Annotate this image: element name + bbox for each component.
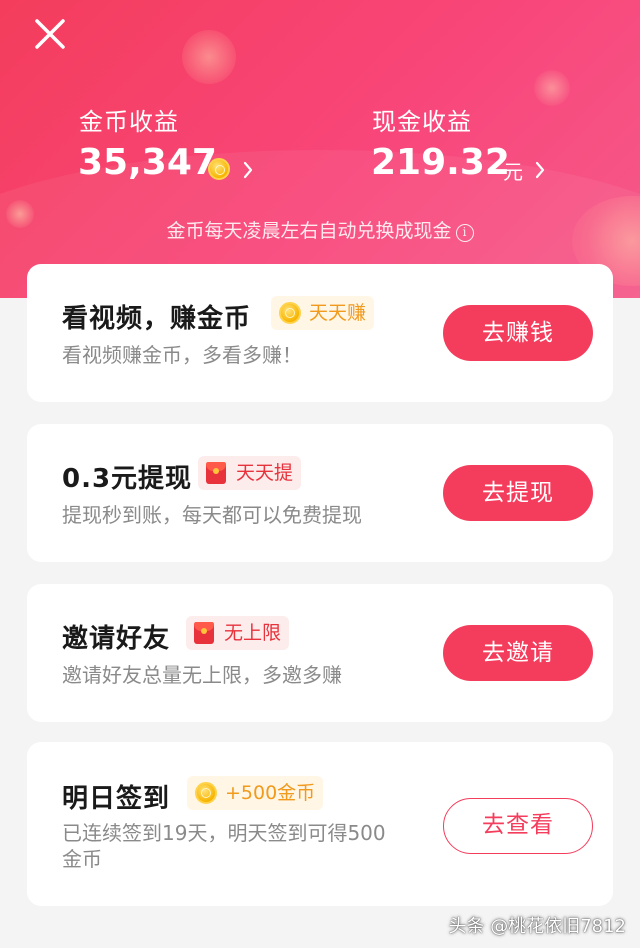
coin-earnings-label: 金币收益 bbox=[79, 108, 179, 136]
card-badge-label: 天天提 bbox=[236, 462, 294, 484]
task-card-withdraw: 0.3元提现 天天提 提现秒到账，每天都可以免费提现 去提现 bbox=[27, 424, 613, 562]
card-badge: 无上限 bbox=[186, 616, 290, 650]
earnings-header: 金币收益 35,347 现金收益 219.32 元 金币每天凌晨左右自动兑换成现… bbox=[0, 0, 640, 298]
card-description: 看视频赚金币，多看多赚！ bbox=[62, 343, 302, 367]
card-description: 提现秒到账，每天都可以免费提现 bbox=[62, 503, 362, 527]
watermark-text: 头条 @桃花依旧7812 bbox=[448, 916, 626, 937]
card-description: 邀请好友总量无上限，多邀多赚 bbox=[62, 663, 342, 687]
earn-money-button[interactable]: 去赚钱 bbox=[443, 305, 593, 361]
chevron-right-icon[interactable] bbox=[534, 160, 546, 180]
exchange-hint: 金币每天凌晨左右自动兑换成现金 i bbox=[0, 216, 640, 243]
info-icon[interactable]: i bbox=[455, 224, 474, 242]
coin-icon bbox=[195, 782, 217, 804]
card-title: 0.3元提现 bbox=[62, 464, 193, 494]
cash-earnings-value[interactable]: 219.32 bbox=[371, 142, 510, 183]
card-badge: 天天赚 bbox=[271, 296, 375, 330]
close-icon[interactable] bbox=[30, 14, 70, 54]
card-description-line: 金币 bbox=[62, 847, 102, 871]
exchange-hint-text: 金币每天凌晨左右自动兑换成现金 bbox=[166, 220, 452, 242]
coin-icon bbox=[208, 158, 230, 180]
red-envelope-icon bbox=[206, 462, 226, 484]
card-badge: +500金币 bbox=[187, 776, 324, 810]
decorative-coin-blur bbox=[182, 30, 236, 84]
card-badge-label: 天天赚 bbox=[309, 302, 367, 324]
card-title: 明日签到 bbox=[62, 784, 171, 814]
invite-button[interactable]: 去邀请 bbox=[443, 625, 593, 681]
card-title: 邀请好友 bbox=[62, 624, 171, 654]
cash-unit: 元 bbox=[503, 160, 523, 184]
cash-earnings-label: 现金收益 bbox=[372, 108, 472, 136]
chevron-right-icon[interactable] bbox=[242, 160, 254, 180]
card-badge-label: 无上限 bbox=[224, 622, 282, 644]
card-description-line: 已连续签到19天，明天签到可得500 bbox=[62, 821, 386, 845]
task-card-checkin: 明日签到 +500金币 已连续签到19天，明天签到可得500 金币 去查看 bbox=[27, 742, 613, 906]
card-description: 已连续签到19天，明天签到可得500 金币 bbox=[62, 820, 386, 872]
view-checkin-button[interactable]: 去查看 bbox=[443, 798, 593, 854]
task-card-invite: 邀请好友 无上限 邀请好友总量无上限，多邀多赚 去邀请 bbox=[27, 584, 613, 722]
card-badge-label: +500金币 bbox=[225, 782, 316, 804]
coin-icon bbox=[279, 302, 301, 324]
task-card-watch-video: 看视频，赚金币 天天赚 看视频赚金币，多看多赚！ 去赚钱 bbox=[27, 264, 613, 402]
decorative-coin-blur bbox=[534, 70, 570, 106]
card-title: 看视频，赚金币 bbox=[62, 304, 252, 334]
withdraw-button[interactable]: 去提现 bbox=[443, 465, 593, 521]
coin-earnings-value[interactable]: 35,347 bbox=[78, 142, 217, 183]
card-badge: 天天提 bbox=[198, 456, 302, 490]
red-envelope-icon bbox=[194, 622, 214, 644]
